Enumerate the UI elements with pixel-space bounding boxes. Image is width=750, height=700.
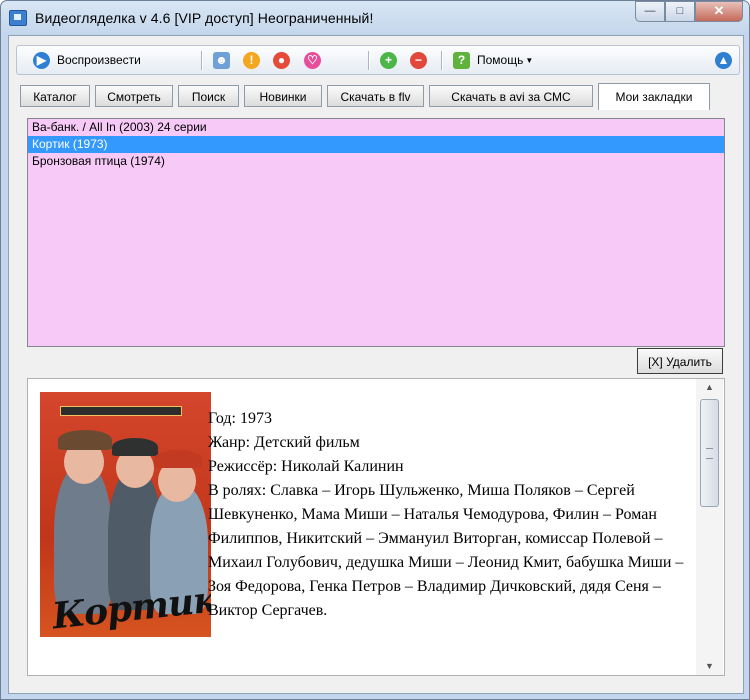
remove-icon: − — [410, 51, 427, 69]
chevron-down-icon: ▼ — [525, 55, 534, 65]
remove-button[interactable]: − — [410, 50, 427, 70]
list-item[interactable]: Ва-банк. / All In (2003) 24 серии — [28, 119, 724, 136]
tab-catalog[interactable]: Каталог — [20, 85, 90, 107]
tab-bar: Каталог Смотреть Поиск Новинки Скачать в… — [9, 82, 743, 114]
tab-bookmarks[interactable]: Мои закладки — [598, 83, 710, 110]
add-button[interactable]: + — [380, 50, 397, 70]
maximize-button[interactable]: □ — [665, 1, 695, 22]
toolbar-separator — [201, 51, 203, 70]
tab-download-avi-sms[interactable]: Скачать в avi за СМС — [429, 85, 593, 107]
heart-icon: ♡ — [304, 51, 321, 69]
title-bar[interactable]: Видеогляделка v 4.6 [VIP доступ] Неогран… — [1, 1, 749, 35]
tab-watch[interactable]: Смотреть — [95, 85, 173, 107]
window-title: Видеогляделка v 4.6 [VIP доступ] Неогран… — [35, 10, 374, 26]
app-icon — [9, 10, 27, 26]
record-button[interactable]: ● — [273, 50, 290, 70]
tab-new[interactable]: Новинки — [244, 85, 322, 107]
close-button[interactable]: ✕ — [695, 1, 743, 22]
tab-download-flv[interactable]: Скачать в flv — [327, 85, 424, 107]
scroll-down-icon[interactable]: ▼ — [696, 658, 723, 675]
play-button[interactable]: ▶ Воспроизвести — [33, 50, 141, 70]
help-label: Помощь — [477, 53, 524, 67]
add-icon: + — [380, 51, 397, 69]
help-icon: ? — [453, 51, 470, 69]
bookmarks-list[interactable]: Ва-банк. / All In (2003) 24 серии Кортик… — [27, 118, 725, 347]
toolbar: ▶ Воспроизвести ☻ ! ● ♡ + − ? Помощь ▼ ▲ — [16, 45, 740, 75]
play-icon: ▶ — [33, 51, 50, 69]
up-button[interactable]: ▲ — [715, 50, 732, 70]
scroll-up-icon[interactable]: ▲ — [696, 379, 723, 396]
movie-details-panel: Кортик Год: 1973 Жанр: Детский фильм Реж… — [27, 378, 725, 676]
record-icon: ● — [273, 51, 290, 69]
toolbar-separator — [441, 51, 443, 70]
delete-button[interactable]: [X] Удалить — [637, 348, 723, 374]
movie-info: Год: 1973 Жанр: Детский фильм Режиссёр: … — [208, 407, 686, 623]
window-controls: — □ ✕ — [635, 1, 743, 23]
up-icon: ▲ — [715, 51, 732, 69]
movie-poster: Кортик — [40, 392, 211, 637]
movie-cast: В ролях: Славка – Игорь Шульженко, Миша … — [208, 482, 684, 619]
details-scrollbar[interactable]: ▲ ▼ — [696, 379, 723, 675]
list-item[interactable]: Бронзовая птица (1974) — [28, 153, 724, 170]
favorite-button[interactable]: ♡ — [304, 50, 321, 70]
toolbar-separator — [368, 51, 370, 70]
movie-year: Год: 1973 — [208, 410, 272, 427]
user-icon: ☻ — [213, 51, 230, 69]
tab-search[interactable]: Поиск — [178, 85, 239, 107]
warning-button[interactable]: ! — [243, 50, 260, 70]
help-menu-button[interactable]: ? Помощь ▼ — [453, 50, 533, 70]
app-window: Видеогляделка v 4.6 [VIP доступ] Неогран… — [0, 0, 750, 700]
list-item-selected[interactable]: Кортик (1973) — [28, 136, 724, 153]
movie-genre: Жанр: Детский фильм — [208, 434, 360, 451]
client-area: ▶ Воспроизвести ☻ ! ● ♡ + − ? Помощь ▼ ▲… — [8, 35, 744, 694]
scrollbar-thumb[interactable] — [700, 399, 719, 507]
movie-director: Режиссёр: Николай Калинин — [208, 458, 404, 475]
play-label: Воспроизвести — [57, 53, 141, 67]
user-button[interactable]: ☻ — [213, 50, 230, 70]
minimize-button[interactable]: — — [635, 1, 665, 22]
warning-icon: ! — [243, 51, 260, 69]
